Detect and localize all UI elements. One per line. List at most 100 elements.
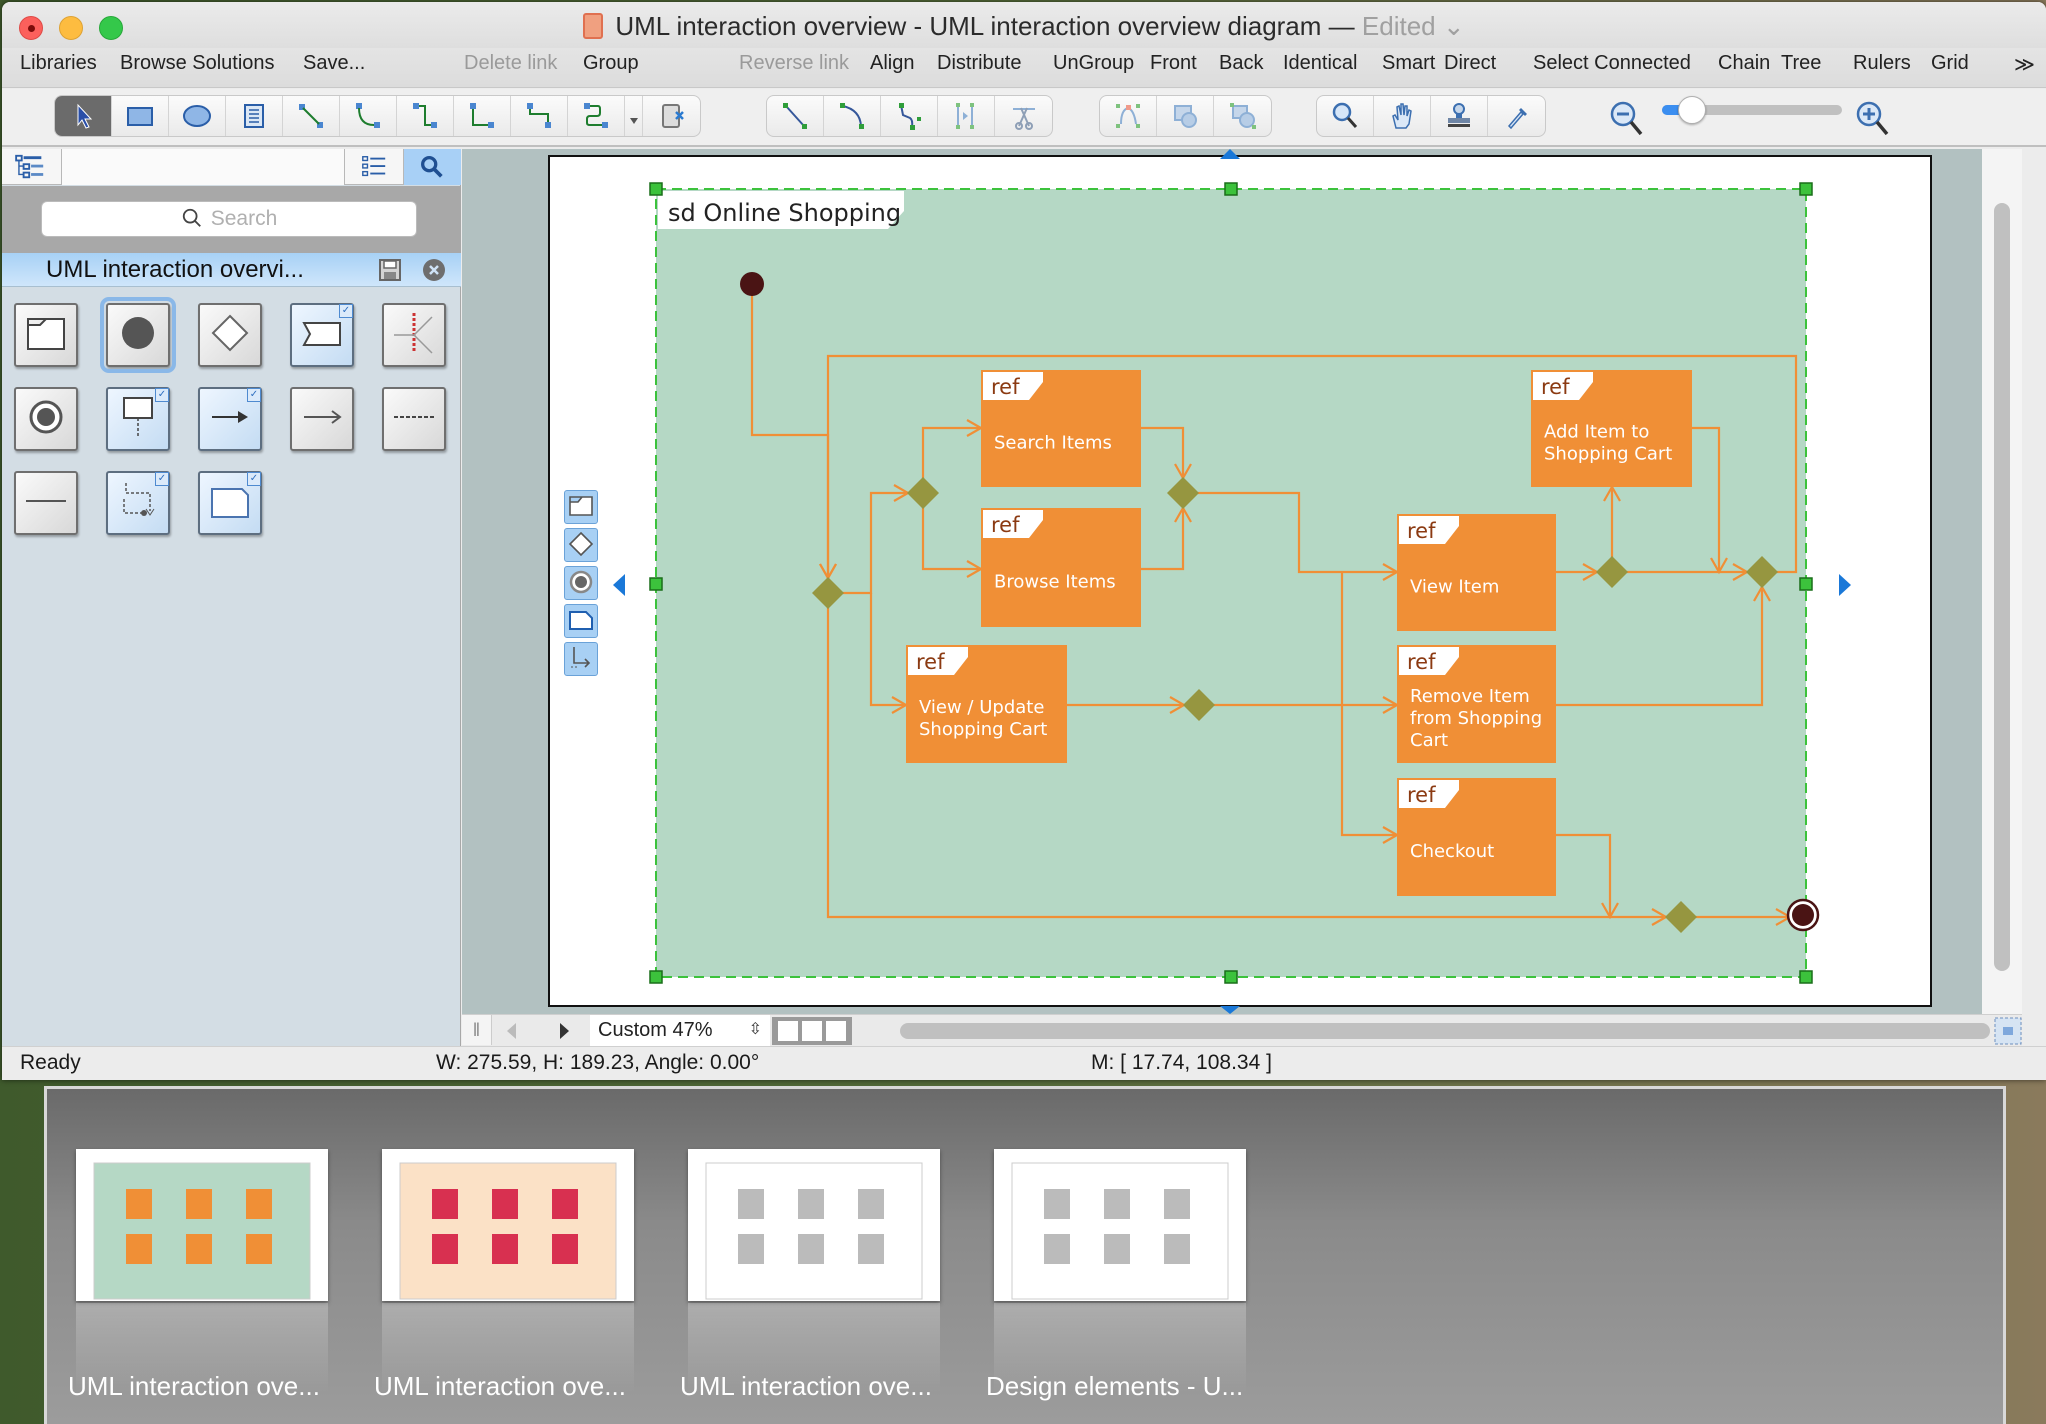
arc-connector-tool[interactable] bbox=[340, 96, 397, 136]
quick-decision-shape[interactable] bbox=[564, 528, 598, 562]
menu-item-front[interactable]: Front bbox=[1150, 52, 1197, 75]
thumbnail-label[interactable]: UML interaction ove... bbox=[68, 1371, 320, 1402]
eyedropper-tool[interactable] bbox=[1488, 96, 1545, 136]
interaction-use-viewupdate[interactable]: ref View / UpdateShopping Cart bbox=[906, 645, 1067, 763]
stencil-async-message[interactable] bbox=[290, 387, 354, 451]
menu-item-select-connected[interactable]: Select Connected bbox=[1533, 52, 1691, 75]
bound-tool[interactable] bbox=[1214, 96, 1271, 136]
stepper-icon[interactable]: ⇳ bbox=[749, 1015, 762, 1045]
stencil-dashed-line[interactable] bbox=[382, 387, 446, 451]
stencil-fork-join[interactable] bbox=[382, 303, 446, 367]
menu-item-smart[interactable]: Smart bbox=[1382, 52, 1435, 75]
smart-connector-tool[interactable] bbox=[397, 96, 454, 136]
stencil-final-node[interactable] bbox=[14, 387, 78, 451]
document-thumbnail[interactable] bbox=[994, 1149, 1246, 1301]
chevron-down-icon[interactable]: ⌄ bbox=[1443, 11, 1465, 41]
tree-view-button[interactable] bbox=[2, 149, 62, 185]
save-library-icon[interactable] bbox=[378, 258, 402, 282]
ellipse-tool[interactable] bbox=[169, 96, 226, 136]
menu-item-rulers[interactable]: Rulers bbox=[1853, 52, 1911, 75]
stencil-lifeline[interactable]: ✓ bbox=[106, 387, 170, 451]
fit-page-icon[interactable] bbox=[1994, 1017, 2022, 1045]
pause-icon[interactable]: ‖ bbox=[462, 1015, 492, 1045]
stencil-signal-receipt[interactable]: ✓ bbox=[290, 303, 354, 367]
zoom-out-icon[interactable] bbox=[1608, 99, 1646, 139]
zoom-level-select[interactable]: Custom 47% ⇳ bbox=[590, 1015, 770, 1046]
thumbnail-label[interactable]: UML interaction ove... bbox=[374, 1371, 626, 1402]
document-thumbnail[interactable] bbox=[688, 1149, 940, 1301]
stencil-message[interactable]: ✓ bbox=[198, 387, 262, 451]
pan-hand-tool[interactable] bbox=[1374, 96, 1431, 136]
stencil-note[interactable]: ✓ bbox=[198, 471, 262, 535]
connector-dropdown[interactable] bbox=[625, 96, 643, 136]
library-search-input[interactable]: Search bbox=[41, 201, 417, 237]
zoom-slider[interactable] bbox=[1662, 96, 1842, 124]
menu-item-distribute[interactable]: Distribute bbox=[937, 52, 1021, 75]
stencil-flow-connector[interactable]: ✓ bbox=[106, 471, 170, 535]
list-view-button[interactable] bbox=[345, 149, 404, 185]
selection-handle[interactable] bbox=[1799, 577, 1813, 591]
library-filter-field[interactable] bbox=[62, 149, 345, 185]
menu-item-group[interactable]: Group bbox=[583, 52, 639, 75]
split-connector-tool[interactable] bbox=[938, 96, 995, 136]
stencil-solid-line[interactable] bbox=[14, 471, 78, 535]
zoom-in-icon[interactable] bbox=[1854, 99, 1892, 139]
menu-item-ungroup[interactable]: UnGroup bbox=[1053, 52, 1134, 75]
orthogonal-connector-tool[interactable] bbox=[454, 96, 511, 136]
vertical-scroll-thumb[interactable] bbox=[1994, 203, 2010, 971]
stencil-initial-node[interactable] bbox=[100, 297, 176, 373]
search-tab-button[interactable] bbox=[404, 149, 461, 185]
arrow-down-handle-icon[interactable] bbox=[1218, 1006, 1242, 1014]
arrow-right-handle-icon[interactable] bbox=[1835, 572, 1855, 598]
direct-connector-tool[interactable] bbox=[283, 96, 340, 136]
curved-connector-tool[interactable] bbox=[511, 96, 568, 136]
selection-handle[interactable] bbox=[1799, 182, 1813, 196]
menu-item-identical[interactable]: Identical bbox=[1283, 52, 1358, 75]
zoom-tool[interactable] bbox=[1317, 96, 1374, 136]
text-block-tool[interactable] bbox=[226, 96, 283, 136]
close-library-icon[interactable] bbox=[422, 258, 446, 282]
edited-status[interactable]: Edited bbox=[1362, 11, 1436, 41]
menu-item-libraries[interactable]: Libraries bbox=[20, 52, 97, 75]
round-connector-tool[interactable] bbox=[568, 96, 625, 136]
selection-handle[interactable] bbox=[1799, 970, 1813, 984]
interaction-use-browse[interactable]: ref Browse Items bbox=[981, 508, 1141, 627]
stamp-tool[interactable] bbox=[1431, 96, 1488, 136]
vertical-scrollbar[interactable] bbox=[1982, 149, 2022, 1014]
bezier-tool[interactable] bbox=[881, 96, 938, 136]
zoom-slider-knob[interactable] bbox=[1678, 96, 1706, 124]
arrow-up-handle-icon[interactable] bbox=[1218, 149, 1242, 159]
interaction-use-remove[interactable]: ref Remove Itemfrom ShoppingCart bbox=[1397, 645, 1556, 763]
menu-item-tree[interactable]: Tree bbox=[1781, 52, 1821, 75]
selection-handle[interactable] bbox=[649, 970, 663, 984]
selection-handle[interactable] bbox=[1224, 970, 1238, 984]
menu-item-grid[interactable]: Grid bbox=[1931, 52, 1969, 75]
selection-handle[interactable] bbox=[1224, 182, 1238, 196]
document-thumbnail[interactable] bbox=[382, 1149, 634, 1301]
previous-page-icon[interactable] bbox=[502, 1021, 522, 1041]
menu-item-delete-link[interactable]: Delete link bbox=[464, 52, 557, 75]
line-tool[interactable] bbox=[767, 96, 824, 136]
menu-item-reverse-link[interactable]: Reverse link bbox=[739, 52, 849, 75]
thumbnail-label[interactable]: Design elements - U... bbox=[986, 1371, 1243, 1402]
menu-item-back[interactable]: Back bbox=[1219, 52, 1263, 75]
rectangle-tool[interactable] bbox=[112, 96, 169, 136]
unite-tool[interactable] bbox=[1157, 96, 1214, 136]
page-layout-buttons[interactable] bbox=[772, 1017, 852, 1045]
stencil-decision-node[interactable] bbox=[198, 303, 262, 367]
quick-frame-shape[interactable] bbox=[564, 490, 598, 524]
menu-item-save[interactable]: Save... bbox=[303, 52, 365, 75]
interaction-use-checkout[interactable]: ref Checkout bbox=[1397, 778, 1556, 896]
select-pointer-tool[interactable] bbox=[55, 96, 112, 136]
thumbnail-label[interactable]: UML interaction ove... bbox=[680, 1371, 932, 1402]
overflow-menu-icon[interactable]: ≫ bbox=[2014, 52, 2035, 77]
document-thumbnail[interactable] bbox=[76, 1149, 328, 1301]
menu-item-direct[interactable]: Direct bbox=[1444, 52, 1496, 75]
next-page-icon[interactable] bbox=[554, 1021, 574, 1041]
arc-tool[interactable] bbox=[824, 96, 881, 136]
arrow-left-handle-icon[interactable] bbox=[609, 572, 629, 598]
selection-handle[interactable] bbox=[649, 182, 663, 196]
horizontal-scrollbar[interactable] bbox=[900, 1023, 1990, 1039]
quick-final-node-shape[interactable] bbox=[564, 566, 598, 600]
insert-container-tool[interactable] bbox=[643, 96, 700, 136]
